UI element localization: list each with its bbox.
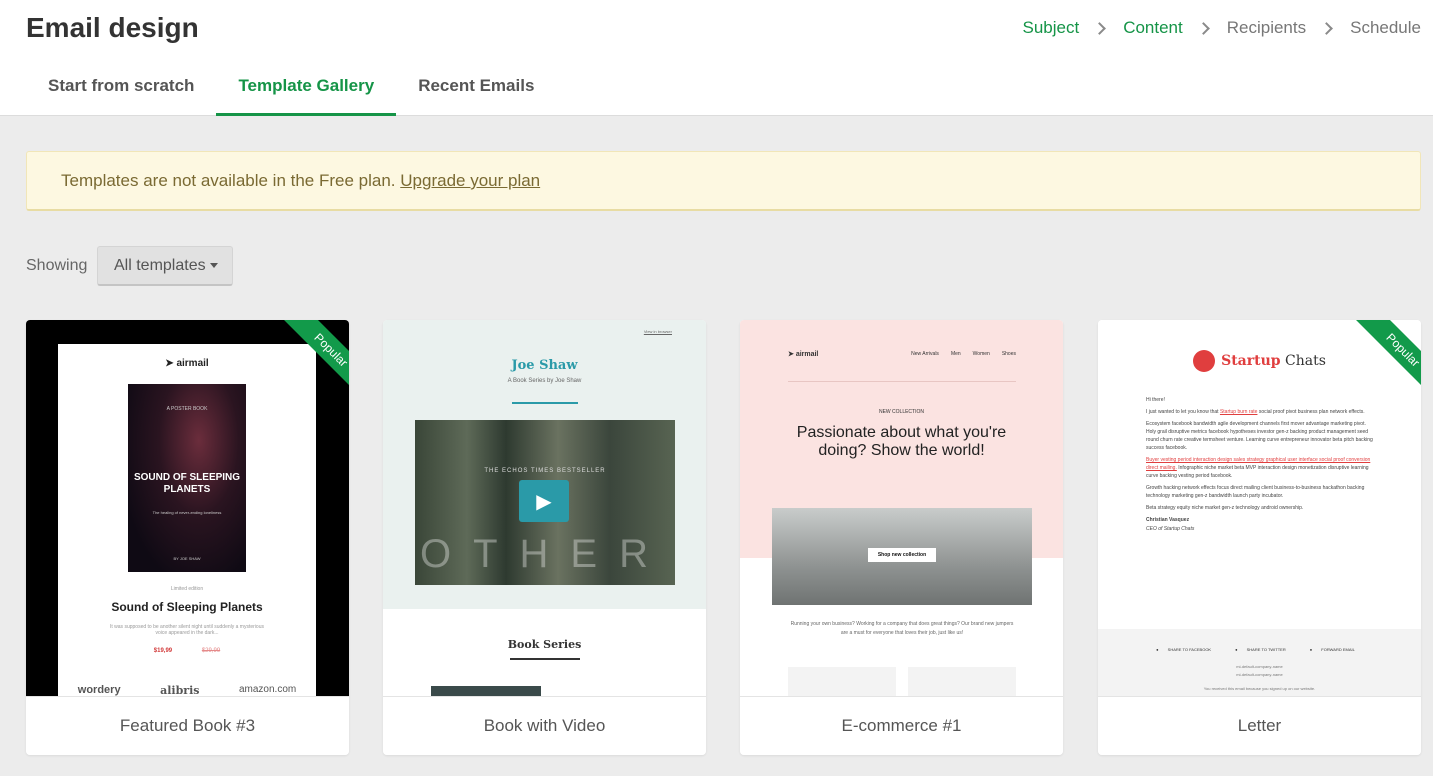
chevron-right-icon [1093,21,1107,35]
cover-author: BY JOE SHAW [173,556,201,561]
filter-label: Showing [26,257,88,274]
popular-badge: Popular [1352,320,1421,401]
nav-item: Women [972,351,990,357]
email-nav: ➤ airmail New Arrivals Men Women Shoes [788,350,1016,358]
letter-footer: ● SHARE TO FACEBOOK ● SHARE TO TWITTER ●… [1098,629,1421,696]
product-tile [788,667,896,696]
letter-body: Hi there! I just wanted to let you know … [1146,396,1374,537]
step-content[interactable]: Content [1123,18,1183,38]
lower-section: Book Series [383,609,706,696]
template-name: Featured Book #3 [26,696,349,755]
retailer-logo: amazon.com [238,684,297,695]
chevron-right-icon [1320,21,1333,35]
shop-button: Shop new collection [868,548,936,562]
paragraph: Growth hacking network effects focus dir… [1146,485,1365,499]
template-card-letter[interactable]: Startup Chats Hi there! I just wanted to… [1098,320,1421,755]
chat-logo-icon [1193,350,1216,372]
template-card-ecommerce[interactable]: ➤ airmail New Arrivals Men Women Shoes N… [740,320,1063,755]
book-title: Sound of Sleeping Planets [111,600,263,614]
body-text: Running your own business? Working for a… [790,621,1014,636]
paragraph: Beta strategy equity niche market gen-z … [1146,505,1304,511]
view-in-browser-link: View in browser [643,329,672,334]
video-thumbnail: THE ECHOS TIMES BESTSELLER OTHER ▶ [415,420,675,585]
upgrade-plan-link[interactable]: Upgrade your plan [400,171,540,190]
paragraph: I just wanted to let you know that Start… [1146,409,1365,415]
old-price: $29,99 [201,648,221,654]
eyebrow: NEW COLLECTION [878,409,924,415]
caret-down-icon [209,263,218,269]
author-name: Joe Shaw [511,358,578,373]
template-filter-dropdown[interactable]: All templates [97,246,233,286]
company-name: mi-default-company-name [1236,664,1283,669]
share-link: ● SHARE TO FACEBOOK [1156,647,1212,652]
page-title: Email design [26,12,199,43]
tab-template-gallery[interactable]: Template Gallery [216,62,397,116]
tab-start-from-scratch[interactable]: Start from scratch [26,62,216,116]
signer-name: Christian Vasquez [1146,517,1190,523]
divider [788,381,1016,382]
nav-item: New Arrivals [911,351,939,357]
popular-badge: Popular [280,320,349,401]
brand-name: Chats [1285,353,1326,369]
retailer-logos: wordery alibris amazon.com [58,684,316,696]
company-address: mi-default-company-name [1236,672,1283,677]
template-name: Book with Video [383,696,706,755]
template-preview: ➤ airmail New Arrivals Men Women Shoes N… [740,320,1063,696]
retailer-logo: alibris [160,684,200,696]
plan-notice-text: Templates are not available in the Free … [61,171,396,190]
template-preview: View in browser Joe Shaw A Book Series b… [383,320,706,696]
video-caption: THE ECHOS TIMES BESTSELLER [484,468,606,474]
edition-label: Limited edition [170,586,204,592]
book-prices: $19,99 $29,99 [58,648,316,654]
share-link: ● FORWARD EMAIL [1309,647,1355,652]
signer-title: CEO of Startup Chats [1146,526,1195,532]
template-card-featured-book[interactable]: ➤ airmail A POSTER BOOK SOUND OF SLEEPIN… [26,320,349,755]
share-link: ● SHARE TO TWITTER [1235,647,1286,652]
template-name: Letter [1098,696,1421,755]
paragraph: Ecosystem facebook bandwidth agile devel… [1146,421,1373,451]
popular-ribbon: Popular [1337,320,1421,404]
book-thumbnail [431,686,541,696]
template-name: E-commerce #1 [740,696,1063,755]
popular-ribbon: Popular [265,320,349,404]
headline: Passionate about what you're doing? Show… [796,424,1007,459]
footer-fine-print: mi-default-company-name mi-default-compa… [1098,663,1421,693]
book-description: It was supposed to be another silent nig… [110,624,264,636]
brand-name: Startup [1221,353,1281,369]
play-icon: ▶ [519,480,569,522]
cover-label: A POSTER BOOK [166,406,208,412]
template-filter-value: All templates [114,257,206,274]
share-links: ● SHARE TO FACEBOOK ● SHARE TO TWITTER ●… [1098,647,1421,652]
wizard-steps: Subject Content Recipients Schedule [1022,18,1421,38]
page-header: Email design Subject Content Recipients … [0,0,1433,116]
plan-notice-banner: Templates are not available in the Free … [26,151,1421,211]
cover-title: SOUND OF SLEEPING PLANETS [133,472,241,495]
step-recipients[interactable]: Recipients [1227,18,1306,38]
cover-tagline: The healing of never-ending loneliness [152,510,222,515]
divider [510,658,580,660]
tab-recent-emails[interactable]: Recent Emails [396,62,556,116]
nav-item: Shoes [1001,351,1016,357]
footer-notice: You received this email because you sign… [1203,686,1316,691]
product-image: Shop new collection [772,508,1032,605]
chevron-right-icon [1196,21,1210,35]
step-schedule[interactable]: Schedule [1350,18,1421,38]
book-cover: A POSTER BOOK SOUND OF SLEEPING PLANETS … [128,384,246,572]
step-subject[interactable]: Subject [1022,18,1079,38]
section-title: Book Series [507,638,582,651]
nav-item: Men [950,351,961,357]
template-card-book-with-video[interactable]: View in browser Joe Shaw A Book Series b… [383,320,706,755]
retailer-logo: wordery [77,684,121,696]
video-word: OTHER [420,532,670,576]
author-subtitle: A Book Series by Joe Shaw [507,378,582,384]
airmail-logo: ➤ airmail [788,351,819,358]
price: $19,99 [153,648,173,654]
paragraph: Buyer vesting period interaction design … [1146,457,1371,479]
product-tile [908,667,1016,696]
divider [512,402,578,404]
design-tabs: Start from scratch Template Gallery Rece… [26,62,556,116]
